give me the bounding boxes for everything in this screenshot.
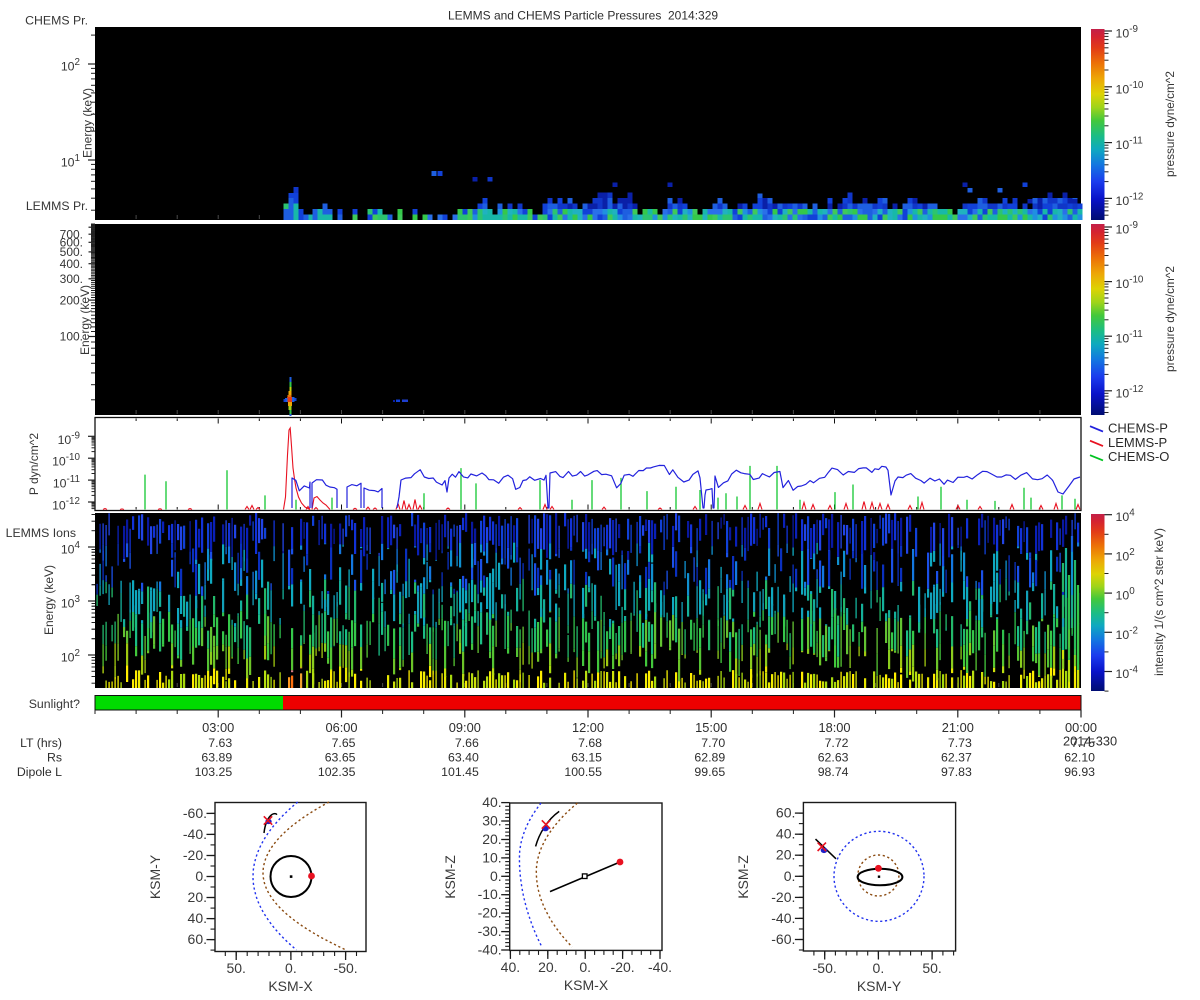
- svg-text:40.: 40.: [776, 826, 795, 842]
- svg-text:-60.: -60.: [771, 931, 795, 947]
- svg-text:Rs: Rs: [47, 751, 62, 765]
- svg-text:Dipole L: Dipole L: [17, 765, 62, 779]
- svg-text:7.73: 7.73: [948, 736, 972, 750]
- svg-text:63.65: 63.65: [325, 751, 356, 765]
- svg-text:10.: 10.: [482, 849, 501, 865]
- svg-text:03:00: 03:00: [202, 720, 234, 735]
- svg-text:Energy (keV): Energy (keV): [81, 88, 95, 158]
- svg-text:KSM-Y: KSM-Y: [857, 978, 902, 994]
- svg-text:20.: 20.: [188, 889, 207, 905]
- svg-text:7.75: 7.75: [1071, 736, 1095, 750]
- svg-text:KSM-Y: KSM-Y: [147, 854, 163, 899]
- svg-text:15:00: 15:00: [695, 720, 727, 735]
- svg-text:CHEMS-O: CHEMS-O: [1108, 449, 1169, 464]
- svg-text:7.65: 7.65: [332, 736, 356, 750]
- svg-text:06:00: 06:00: [325, 720, 357, 735]
- svg-text:-40.: -40.: [771, 910, 795, 926]
- svg-text:KSM-X: KSM-X: [268, 978, 313, 994]
- svg-text:-20.: -20.: [478, 905, 502, 921]
- svg-text:-20.: -20.: [611, 959, 635, 975]
- svg-text:0.: 0.: [490, 868, 502, 884]
- svg-text:400.: 400.: [60, 257, 83, 271]
- svg-text:-40.: -40.: [183, 826, 207, 842]
- svg-text:P dyn/cm^2: P dyn/cm^2: [27, 433, 41, 495]
- svg-text:0.: 0.: [579, 959, 591, 975]
- svg-text:100.55: 100.55: [564, 765, 602, 779]
- svg-text:30.: 30.: [482, 813, 501, 829]
- svg-text:0.: 0.: [285, 960, 297, 976]
- svg-text:-50.: -50.: [334, 960, 358, 976]
- svg-text:96.93: 96.93: [1064, 765, 1095, 779]
- svg-text:LEMMS Pr.: LEMMS Pr.: [26, 199, 88, 213]
- svg-text:-10.: -10.: [478, 886, 502, 902]
- svg-text:KSM-Z: KSM-Z: [442, 855, 458, 899]
- svg-text:97.83: 97.83: [941, 765, 972, 779]
- svg-text:7.68: 7.68: [578, 736, 602, 750]
- svg-text:-20.: -20.: [183, 847, 207, 863]
- svg-text:KSM-X: KSM-X: [564, 977, 609, 993]
- svg-text:0.: 0.: [873, 960, 885, 976]
- svg-text:09:00: 09:00: [449, 720, 481, 735]
- svg-text:20.: 20.: [538, 959, 557, 975]
- svg-text:40.: 40.: [501, 959, 520, 975]
- svg-text:0.: 0.: [195, 868, 207, 884]
- svg-text:18:00: 18:00: [818, 720, 850, 735]
- svg-text:300.: 300.: [60, 272, 83, 286]
- svg-text:20.: 20.: [776, 847, 795, 863]
- svg-text:CHEMS-P: CHEMS-P: [1108, 421, 1168, 436]
- svg-text:CHEMS Pr.: CHEMS Pr.: [25, 14, 88, 28]
- svg-text:12:00: 12:00: [572, 720, 604, 735]
- svg-text:62.89: 62.89: [694, 751, 725, 765]
- svg-text:60.: 60.: [776, 805, 795, 821]
- svg-text:LEMMS-P: LEMMS-P: [1108, 435, 1167, 450]
- svg-text:62.37: 62.37: [941, 751, 972, 765]
- svg-text:7.70: 7.70: [701, 736, 725, 750]
- svg-text:40.: 40.: [482, 794, 501, 810]
- svg-text:-40.: -40.: [648, 959, 672, 975]
- svg-text:pressure dyne/cm^2: pressure dyne/cm^2: [1163, 71, 1177, 177]
- svg-text:LEMMS and CHEMS Particle Press: LEMMS and CHEMS Particle Pressures 2014:…: [448, 9, 718, 23]
- svg-text:Energy (keV): Energy (keV): [78, 285, 92, 355]
- svg-text:0.: 0.: [784, 868, 796, 884]
- svg-text:20.: 20.: [482, 831, 501, 847]
- svg-text:40.: 40.: [188, 910, 207, 926]
- svg-text:50.: 50.: [226, 960, 245, 976]
- svg-text:50.: 50.: [922, 960, 941, 976]
- svg-text:101.45: 101.45: [441, 765, 479, 779]
- svg-text:99.65: 99.65: [694, 765, 725, 779]
- svg-text:Energy (keV): Energy (keV): [42, 565, 56, 635]
- svg-text:63.40: 63.40: [448, 751, 479, 765]
- svg-text:LT (hrs): LT (hrs): [20, 736, 62, 750]
- svg-text:60.: 60.: [188, 931, 207, 947]
- svg-text:62.63: 62.63: [818, 751, 849, 765]
- svg-text:LEMMS Ions: LEMMS Ions: [6, 526, 76, 540]
- svg-text:103.25: 103.25: [195, 765, 233, 779]
- svg-text:-60.: -60.: [183, 805, 207, 821]
- svg-text:KSM-Z: KSM-Z: [735, 855, 751, 899]
- svg-text:-20.: -20.: [771, 889, 795, 905]
- svg-text:98.74: 98.74: [818, 765, 849, 779]
- svg-text:21:00: 21:00: [942, 720, 974, 735]
- svg-text:62.10: 62.10: [1064, 751, 1095, 765]
- svg-text:7.63: 7.63: [208, 736, 232, 750]
- svg-text:intensity 1/(s cm^2 ster keV): intensity 1/(s cm^2 ster keV): [1152, 528, 1166, 676]
- svg-text:63.15: 63.15: [571, 751, 602, 765]
- svg-text:Sunlight?: Sunlight?: [29, 697, 80, 711]
- svg-text:7.72: 7.72: [825, 736, 849, 750]
- svg-text:-50.: -50.: [813, 960, 837, 976]
- svg-text:-30.: -30.: [478, 923, 502, 939]
- svg-text:7.66: 7.66: [455, 736, 479, 750]
- svg-text:102.35: 102.35: [318, 765, 356, 779]
- svg-text:pressure dyne/cm^2: pressure dyne/cm^2: [1163, 266, 1177, 372]
- svg-text:-40.: -40.: [478, 942, 502, 958]
- svg-text:63.89: 63.89: [201, 751, 232, 765]
